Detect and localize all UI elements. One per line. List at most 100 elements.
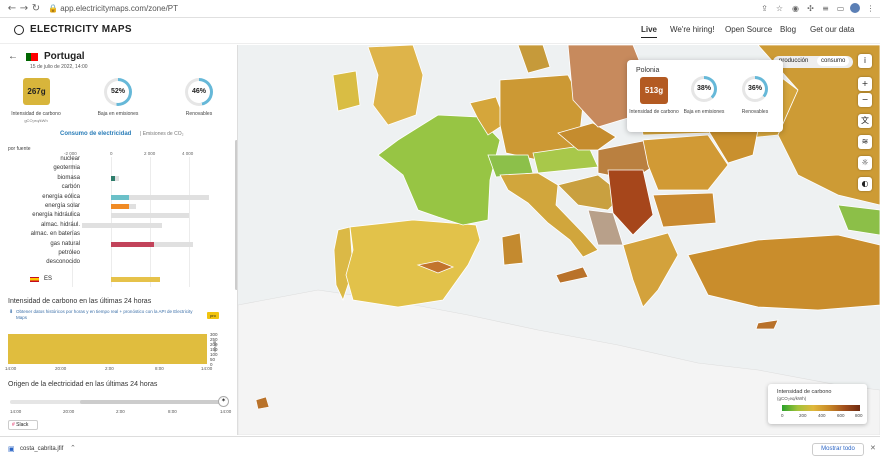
- axis-tick: 0: [110, 151, 113, 156]
- low-emissions-value: 52%: [107, 81, 129, 103]
- extension-icon[interactable]: ◉: [791, 4, 800, 13]
- ci24-api-link[interactable]: Obtener datos históricos por horas y en …: [16, 309, 196, 321]
- production-consumption-toggle[interactable]: producción consumo: [773, 56, 853, 68]
- toggle-production[interactable]: producción: [779, 58, 808, 64]
- renewables-donut: 46%: [185, 78, 213, 106]
- nav-get-data[interactable]: Get our data: [810, 25, 854, 34]
- back-arrow-icon[interactable]: ←: [8, 51, 18, 62]
- show-all-button[interactable]: Mostrar todo: [812, 443, 864, 456]
- reading-list-icon[interactable]: ≡: [821, 4, 830, 13]
- url-text: app.electricitymaps.com/zone/PT: [60, 4, 179, 13]
- slider-tick: 20:00: [63, 409, 75, 414]
- carbon-intensity-box: 267g: [23, 78, 50, 105]
- fuel-label: geotermia: [53, 165, 80, 172]
- slider-tick: 2:00: [116, 409, 125, 414]
- slider-tick: 14:00: [10, 409, 22, 414]
- pro-badge: pro: [207, 312, 219, 319]
- info-icon[interactable]: i: [858, 54, 872, 68]
- emissions-tab[interactable]: | Emisiones de CO₂: [140, 131, 184, 137]
- wind-icon[interactable]: ≋: [858, 135, 872, 149]
- tooltip-low-emissions-label: Baja en emisiones: [683, 109, 725, 115]
- ci24-area-chart: [8, 334, 207, 364]
- legend-tick: 0: [781, 413, 784, 418]
- by-fuel-label: por fuente: [8, 146, 31, 152]
- legend-unit: (gCO₂eq/kWh): [777, 396, 807, 401]
- close-icon[interactable]: ✕: [870, 444, 876, 452]
- app-header: ELECTRICITY MAPS Live We're hiring! Open…: [0, 18, 880, 44]
- dark-mode-icon[interactable]: ◐: [858, 177, 872, 191]
- fuel-label: energía solar: [44, 203, 80, 209]
- zoom-in-icon[interactable]: +: [858, 77, 872, 91]
- renewables-label: Renovables: [185, 111, 213, 117]
- country-name: Portugal: [44, 51, 85, 62]
- slider-tick: 8:00: [168, 409, 177, 414]
- tooltip-renewables-label: Renovables: [741, 109, 769, 115]
- back-nav-icon[interactable]: ←: [6, 3, 18, 15]
- download-bar: ▣ costa_cabrita.jfif ⌃ Mostrar todo ✕: [0, 436, 880, 460]
- address-bar[interactable]: 🔒 app.electricitymaps.com/zone/PT: [48, 2, 748, 16]
- slider-tick: 14:00: [220, 409, 232, 414]
- browser-toolbar: ← → ↻ 🔒 app.electricitymaps.com/zone/PT …: [0, 0, 880, 18]
- ci24-xtick: 8:00: [155, 366, 164, 371]
- time-slider-fill: [80, 400, 220, 404]
- sidebar-icon[interactable]: ▭: [836, 4, 845, 13]
- legend-gradient: [782, 405, 860, 411]
- download-icon: ⬇: [9, 309, 14, 315]
- nav-live[interactable]: Live: [641, 25, 658, 38]
- fuel-capacity-bar[interactable]: [81, 222, 162, 228]
- consumption-tab[interactable]: Consumo de electricidad: [60, 131, 131, 137]
- axis-tick: 2 000: [144, 151, 156, 156]
- zone-tooltip: Polonia 513g Intensidad de carbono 38% B…: [627, 60, 783, 132]
- reload-icon[interactable]: ↻: [30, 3, 42, 15]
- fuel-label: almac. en baterías: [30, 231, 80, 238]
- fuel-label: energía hidráulica: [32, 212, 80, 219]
- tooltip-low-emissions-donut: 38%: [691, 76, 717, 102]
- logo-icon: [14, 25, 24, 35]
- fuel-production-bar[interactable]: [111, 194, 129, 200]
- solar-icon[interactable]: ☼: [858, 156, 872, 170]
- toggle-consumption[interactable]: consumo: [817, 56, 850, 66]
- nav-blog[interactable]: Blog: [780, 25, 796, 34]
- ci24-xtick: 14:00: [5, 366, 17, 371]
- language-icon[interactable]: 文: [858, 114, 872, 128]
- browser-menu-icon[interactable]: ⋮: [866, 4, 875, 13]
- slack-button[interactable]: # Slack: [8, 420, 38, 430]
- zone-details-panel: ← Portugal 15 de julio de 2022, 14:00 26…: [0, 45, 238, 435]
- fuel-label: energía eólica: [42, 193, 80, 200]
- carbon-intensity-legend: Intensidad de carbono (gCO₂eq/kWh) 0 200…: [768, 384, 867, 424]
- tooltip-low-emissions-value: 38%: [694, 79, 714, 99]
- fuel-production-bar[interactable]: [111, 241, 154, 247]
- fuel-production-bar[interactable]: [111, 204, 129, 209]
- exchange-bar: [111, 277, 160, 282]
- nav-open-source[interactable]: Open Source: [725, 25, 772, 34]
- logo-text: ELECTRICITY MAPS: [30, 24, 132, 35]
- share-icon[interactable]: ⇪: [760, 4, 769, 13]
- time-slider-handle[interactable]: ✶: [218, 396, 229, 407]
- download-item[interactable]: costa_cabrita.jfif: [20, 446, 63, 452]
- nav-hiring[interactable]: We're hiring!: [670, 25, 715, 34]
- zoom-out-icon[interactable]: −: [858, 93, 872, 107]
- forward-nav-icon[interactable]: →: [18, 3, 30, 15]
- fuel-label: nuclear: [60, 156, 80, 162]
- low-emissions-label: Baja en emisiones: [97, 111, 139, 117]
- tooltip-carbon-intensity: 513g: [640, 77, 668, 104]
- file-icon: ▣: [8, 446, 15, 453]
- slack-label: Slack: [16, 422, 29, 428]
- legend-title: Intensidad de carbono: [777, 389, 832, 395]
- legend-tick: 800: [855, 413, 863, 418]
- legend-tick: 200: [799, 413, 807, 418]
- axis-tick: 4 000: [182, 151, 194, 156]
- spain-flag-icon: [30, 277, 39, 282]
- slack-icon: #: [12, 422, 15, 428]
- bookmark-star-icon[interactable]: ☆: [775, 4, 784, 13]
- profile-avatar[interactable]: [850, 3, 860, 13]
- fuel-label: gas natural: [50, 240, 80, 247]
- fuel-capacity-bar[interactable]: [111, 213, 189, 219]
- puzzle-icon[interactable]: ✣: [806, 4, 815, 13]
- map-canvas[interactable]: [238, 45, 880, 435]
- fuel-production-bar[interactable]: [111, 175, 116, 181]
- tooltip-country: Polonia: [636, 67, 660, 74]
- chevron-up-icon[interactable]: ⌃: [70, 444, 76, 452]
- tooltip-renewables-value: 36%: [745, 79, 765, 99]
- carbon-intensity-unit: gCO₂eq/kWh: [24, 118, 48, 123]
